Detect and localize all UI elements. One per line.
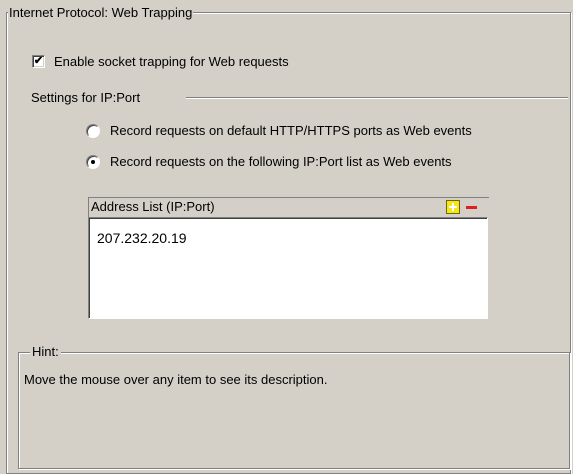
enable-socket-trapping-checkbox[interactable]: ✔ (32, 55, 45, 68)
radio-default-ports-button[interactable] (86, 123, 100, 138)
address-list[interactable]: 207.232.20.19 (88, 217, 488, 319)
hint-title: Hint: (30, 344, 61, 359)
hint-text: Move the mouse over any item to see its … (24, 372, 328, 387)
settings-divider (186, 97, 568, 99)
radio-default-ports-label[interactable]: Record requests on default HTTP/HTTPS po… (110, 123, 472, 138)
radio-default-ports[interactable]: Record requests on default HTTP/HTTPS po… (86, 123, 472, 138)
settings-title: Settings for IP:Port (31, 90, 140, 105)
radio-ip-port-list[interactable]: Record requests on the following IP:Port… (86, 154, 452, 169)
hint-groupbox (18, 352, 570, 469)
minus-icon[interactable] (464, 200, 478, 214)
settings-title-label: Settings for IP:Port (31, 90, 141, 105)
enable-socket-trapping-row[interactable]: ✔ Enable socket trapping for Web request… (32, 54, 289, 69)
list-item[interactable]: 207.232.20.19 (97, 230, 187, 246)
radio-ip-port-list-button[interactable] (86, 154, 100, 169)
address-list-title: Address List (IP:Port) (91, 199, 215, 214)
radio-ip-port-list-label[interactable]: Record requests on the following IP:Port… (110, 154, 452, 169)
enable-socket-trapping-label[interactable]: Enable socket trapping for Web requests (54, 54, 289, 69)
address-list-header: Address List (IP:Port) (88, 197, 489, 217)
web-trapping-title: Internet Protocol: Web Trapping (8, 5, 194, 20)
plus-icon[interactable] (446, 200, 460, 214)
